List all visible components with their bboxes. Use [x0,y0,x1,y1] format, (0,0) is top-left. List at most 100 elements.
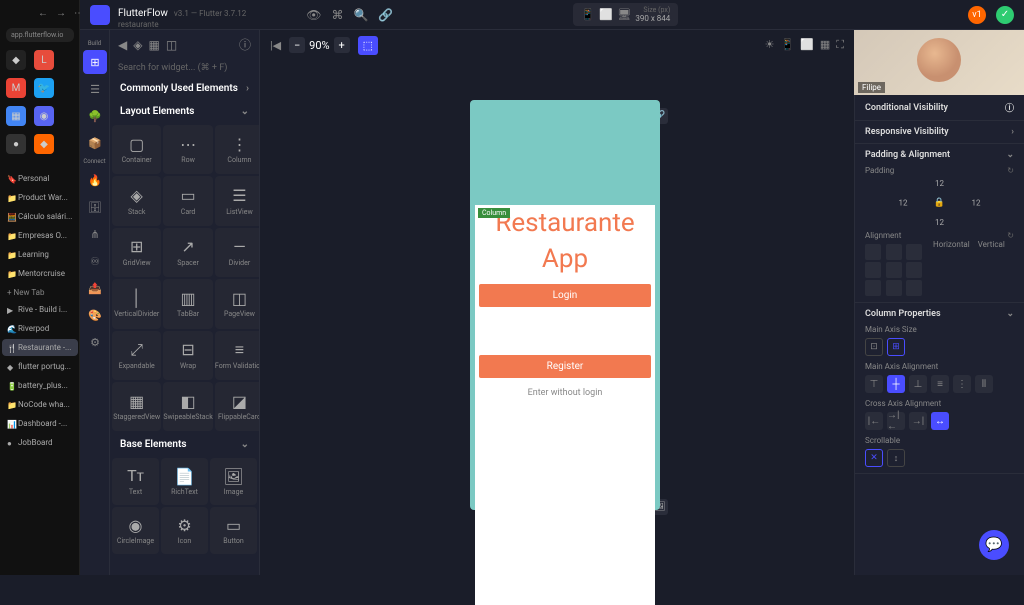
chat-fab[interactable]: 💬 [979,530,1009,560]
preview-register-button[interactable]: Register [479,355,651,378]
zoom-in-button[interactable]: + [334,37,350,53]
widget-stack[interactable]: ◈Stack [112,176,161,225]
widget-divider[interactable]: —Divider [215,228,260,277]
widget-circleimage[interactable]: ◉CircleImage [112,507,159,554]
widget-container[interactable]: ▢Container [112,125,161,174]
build-icon[interactable]: ⊞ [83,50,107,74]
widget-verticaldivider[interactable]: │VerticalDivider [112,279,161,328]
reset-icon[interactable]: ↻ [1007,231,1014,240]
rail-icon[interactable]: ♾ [83,249,107,273]
tablet-preview-icon[interactable]: ⬜ [800,38,814,52]
cross-align-stretch-icon[interactable]: ↔ [931,412,949,430]
pin-icon[interactable]: ◉ [34,106,54,126]
diamond-icon[interactable]: ◈ [133,38,142,52]
browser-tab[interactable]: 🔖Personal [2,170,78,187]
rail-icon[interactable]: 🔥 [83,168,107,192]
widget-richtext[interactable]: 📄RichText [161,458,208,505]
fullscreen-icon[interactable]: ⛶ [836,38,844,52]
phone-preview-icon[interactable]: 📱 [780,38,794,52]
pin-icon[interactable]: ◆ [34,134,54,154]
widget-listview[interactable]: ☰ListView [215,176,260,225]
padding-editor[interactable]: 12 12 12 12 🔒 [905,181,975,225]
tablet-icon[interactable]: ⬜ [599,8,613,22]
rail-icon[interactable]: 🎨 [83,303,107,327]
axis-size-min-icon[interactable]: ⊡ [865,338,883,356]
browser-tab-active[interactable]: 🍴Restaurante -... [2,339,78,356]
command-icon[interactable]: ⌘ [331,8,343,22]
zoom-out-button[interactable]: − [289,37,305,53]
rail-icon[interactable]: ☰ [83,77,107,101]
info-icon[interactable]: ⓘ [239,36,251,53]
rail-icon[interactable]: 🗄 [83,195,107,219]
cross-align-end-icon[interactable]: →| [909,412,927,430]
url-bar[interactable]: app.flutterflow.io [6,28,74,42]
pin-icon[interactable]: M [6,78,26,98]
rail-icon[interactable]: ⋔ [83,222,107,246]
align-left-icon[interactable]: |◀ [270,39,281,52]
main-align-between-icon[interactable]: ≡ [931,375,949,393]
browser-tab[interactable]: 📁Empresas O... [2,227,78,244]
phone-screen[interactable]: Column RestauranteApp Login Register Ent… [475,205,655,605]
nav-forward-icon[interactable]: → [56,8,66,19]
main-align-start-icon[interactable]: ⊤ [865,375,883,393]
component-icon[interactable]: ◫ [166,38,177,52]
main-align-evenly-icon[interactable]: ⫴ [975,375,993,393]
browser-tab[interactable]: 📁NoCode wha... [2,396,78,413]
settings-icon[interactable]: ⚙ [83,330,107,354]
padding-bottom[interactable]: 12 [935,218,944,227]
main-align-center-icon[interactable]: ┼ [887,375,905,393]
widget-staggeredview[interactable]: ▦StaggeredView [112,382,161,431]
widget-tabbar[interactable]: ▥TabBar [163,279,212,328]
pin-icon[interactable]: ▦ [6,106,26,126]
widget-image[interactable]: 🖼Image [210,458,257,505]
pin-icon[interactable]: ● [6,134,26,154]
search-input[interactable]: Search for widget... (⌘ + F) [110,59,259,77]
rail-icon[interactable]: 🌳 [83,104,107,128]
widget-card[interactable]: ▭Card [163,176,212,225]
grid-icon[interactable]: ▦ [820,38,830,52]
widget-pageview[interactable]: ◫PageView [215,279,260,328]
reset-icon[interactable]: ↻ [1007,166,1014,175]
widget-spacer[interactable]: ↗Spacer [163,228,212,277]
phone-preview[interactable]: Column RestauranteApp Login Register Ent… [470,100,660,510]
browser-tab[interactable]: 🌊Riverpod [2,320,78,337]
selection-mode-icon[interactable]: ⬚ [358,36,378,55]
padding-right[interactable]: 12 [972,199,981,208]
responsive-visibility-section[interactable]: Responsive Visibility› [855,121,1024,144]
chevron-down-icon[interactable]: ⌄ [1006,150,1014,160]
browser-tab[interactable]: 🔋battery_plus... [2,377,78,394]
widget-row[interactable]: ⋯Row [163,125,212,174]
cross-align-start-icon[interactable]: |← [865,412,883,430]
widget-formvalidation[interactable]: ≡Form Validation [215,331,260,380]
template-icon[interactable]: ▦ [148,38,159,52]
link-icon[interactable]: 🔗 [378,8,393,22]
rail-icon[interactable]: 📤 [83,276,107,300]
padding-top[interactable]: 12 [935,179,944,188]
eye-icon[interactable]: 👁 [306,8,321,22]
user-avatar[interactable]: v1 [968,6,986,24]
lock-icon[interactable]: 🔒 [934,198,945,208]
search-icon[interactable]: 🔍 [353,8,368,22]
pin-icon[interactable]: 🐦 [34,78,54,98]
rail-icon[interactable]: 📦 [83,131,107,155]
chevron-down-icon[interactable]: ⌄ [1006,309,1014,319]
status-badge[interactable]: ✓ [996,6,1014,24]
browser-tab[interactable]: ◆flutter portug... [2,358,78,375]
cross-align-center-icon[interactable]: →|← [887,412,905,430]
widget-text[interactable]: TᴛText [112,458,159,505]
back-icon[interactable]: ◀ [118,38,127,52]
desktop-icon[interactable]: 🖥 [617,8,631,22]
section-layout[interactable]: Layout Elements⌄ [110,100,259,123]
alignment-grid[interactable] [865,244,925,296]
widget-flippablecard[interactable]: ◪FlippableCard [215,382,260,431]
phone-icon[interactable]: 📱 [581,8,595,22]
widget-swipeablestack[interactable]: ◧SwipeableStack [163,382,212,431]
browser-tab[interactable]: 📊Dashboard -... [2,415,78,432]
widget-icon[interactable]: ⚙Icon [161,507,208,554]
theme-icon[interactable]: ☀ [765,38,775,52]
preview-guest-link[interactable]: Enter without login [475,388,655,398]
browser-tab[interactable]: 📁Mentorcruise [2,265,78,282]
padding-left[interactable]: 12 [899,199,908,208]
conditional-visibility-section[interactable]: Conditional Visibilityⓘ [855,95,1024,121]
browser-tab[interactable]: ●JobBoard [2,434,78,451]
